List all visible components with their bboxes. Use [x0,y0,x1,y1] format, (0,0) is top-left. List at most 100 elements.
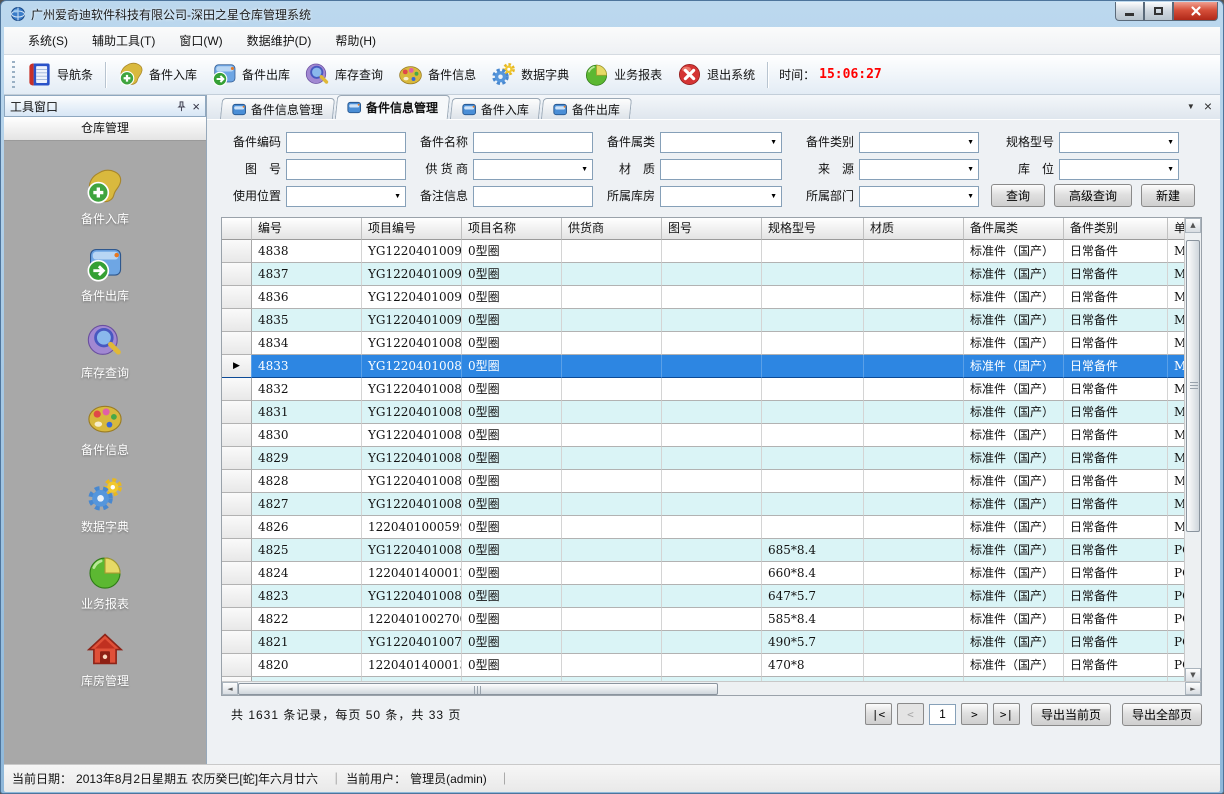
page-number-input[interactable] [929,704,956,725]
table-row[interactable]: 4832YG122040100870型圈标准件（国产）日常备件M [222,378,1186,401]
source-select[interactable]: ▼ [859,159,979,180]
table-row[interactable]: 4836YG122040100910型圈标准件（国产）日常备件M [222,286,1186,309]
table-row[interactable]: 4830YG122040100850型圈标准件（国产）日常备件M [222,424,1186,447]
stock-query-shortcut[interactable]: 库存查询 [4,321,206,381]
tab-part-inbound[interactable]: 备件入库 [450,98,541,119]
row-selector-cell[interactable] [222,493,252,516]
exit-system-button[interactable]: 退出系统 [669,58,762,91]
row-selector-cell[interactable] [222,263,252,286]
table-row[interactable]: 4825YG122040100810型圈685*8.4标准件（国产）日常备件PC [222,539,1186,562]
row-selector-cell[interactable] [222,585,252,608]
pin-icon[interactable] [174,101,188,112]
part-outbound-button[interactable]: 备件出库 [204,58,297,91]
next-page-button[interactable]: > [961,703,988,725]
menu-item-help[interactable]: 帮助(H) [323,28,388,53]
row-selector-cell[interactable] [222,378,252,401]
table-row[interactable]: 4829YG122040100840型圈标准件（国产）日常备件M [222,447,1186,470]
data-dictionary-shortcut[interactable]: 数据字典 [4,475,206,535]
row-selector-cell[interactable] [222,539,252,562]
table-row[interactable]: 4828YG122040100830型圈标准件（国产）日常备件M [222,470,1186,493]
business-report-shortcut[interactable]: 业务报表 [4,552,206,612]
minimize-button[interactable] [1115,2,1144,21]
scroll-right-icon[interactable]: ► [1185,682,1201,695]
prev-page-button[interactable]: < [897,703,924,725]
new-button[interactable]: 新建 [1141,184,1195,207]
row-selector-cell[interactable]: ▶ [222,355,252,378]
tab-part-info-mgmt-2[interactable]: 备件信息管理 [335,95,451,119]
row-selector-cell[interactable] [222,470,252,493]
storage-bin-select[interactable]: ▼ [1059,159,1179,180]
column-header[interactable]: 项目编号 [362,218,462,240]
table-row[interactable]: ▶4833YG122040100880型圈标准件（国产）日常备件M [222,355,1186,378]
row-selector-cell[interactable] [222,447,252,470]
table-row[interactable]: 4823YG122040100800型圈647*5.7标准件（国产）日常备件PC [222,585,1186,608]
material-input[interactable] [660,159,782,180]
table-row[interactable]: 4835YG122040100900型圈标准件（国产）日常备件M [222,309,1186,332]
vertical-scrollbar[interactable]: ▲ ▼ [1184,218,1201,683]
row-selector-cell[interactable] [222,562,252,585]
tab-part-info-mgmt-1[interactable]: 备件信息管理 [220,98,335,119]
column-header[interactable]: 规格型号 [762,218,864,240]
department-select[interactable]: ▼ [859,186,979,207]
part-outbound-shortcut[interactable]: 备件出库 [4,244,206,304]
tab-list-dropdown-icon[interactable]: ▼ [1187,102,1195,111]
warehouse-mgmt-shortcut[interactable]: 库房管理 [4,629,206,689]
column-header[interactable]: 项目名称 [462,218,562,240]
row-selector-cell[interactable] [222,332,252,355]
data-dictionary-button[interactable]: 数据字典 [483,58,576,91]
tab-part-outbound[interactable]: 备件出库 [541,98,632,119]
remarks-input[interactable] [473,186,593,207]
table-row[interactable]: 4838YG122040100930型圈标准件（国产）日常备件M [222,240,1186,263]
stock-query-button[interactable]: 库存查询 [297,58,390,91]
toolbar-grip[interactable] [12,61,15,89]
scroll-left-icon[interactable]: ◄ [222,682,238,695]
last-page-button[interactable]: >| [993,703,1020,725]
row-selector-cell[interactable] [222,240,252,263]
query-button[interactable]: 查询 [991,184,1045,207]
menu-item-data-maintenance[interactable]: 数据维护(D) [235,28,324,53]
part-info-shortcut[interactable]: 备件信息 [4,398,206,458]
export-all-pages-button[interactable]: 导出全部页 [1122,703,1202,726]
column-header[interactable]: 备件属类 [964,218,1064,240]
business-report-button[interactable]: 业务报表 [576,58,669,91]
supplier-select[interactable]: ▼ [473,159,593,180]
row-selector-cell[interactable] [222,631,252,654]
menu-item-window[interactable]: 窗口(W) [167,28,234,53]
vertical-scroll-thumb[interactable] [1186,240,1200,532]
spec-model-select[interactable]: ▼ [1059,132,1179,153]
column-header[interactable]: 编号 [252,218,362,240]
part-class-select[interactable]: ▼ [859,132,979,153]
column-header[interactable]: 供货商 [562,218,662,240]
row-selector-header[interactable] [222,218,252,240]
close-button[interactable] [1173,2,1218,21]
warehouse-select[interactable]: ▼ [660,186,782,207]
row-selector-cell[interactable] [222,608,252,631]
horizontal-scrollbar[interactable]: ◄ ► [222,681,1201,695]
menu-item-system[interactable]: 系统(S) [16,28,80,53]
row-selector-cell[interactable] [222,401,252,424]
part-category-select[interactable]: ▼ [660,132,782,153]
row-selector-cell[interactable] [222,309,252,332]
horizontal-scroll-thumb[interactable] [238,683,718,695]
row-selector-cell[interactable] [222,424,252,447]
part-info-button[interactable]: 备件信息 [390,58,483,91]
table-row[interactable]: 482412204014000120型圈660*8.4标准件（国产）日常备件PC [222,562,1186,585]
row-selector-cell[interactable] [222,654,252,677]
part-inbound-button[interactable]: 备件入库 [111,58,204,91]
export-current-page-button[interactable]: 导出当前页 [1031,703,1111,726]
menu-item-aux-tools[interactable]: 辅助工具(T) [80,28,167,53]
table-row[interactable]: 4827YG122040100820型圈标准件（国产）日常备件M [222,493,1186,516]
column-header[interactable]: 备件类别 [1064,218,1168,240]
advanced-query-button[interactable]: 高级查询 [1054,184,1132,207]
table-row[interactable]: 4821YG122040100790型圈490*5.7标准件（国产）日常备件PC [222,631,1186,654]
part-name-input[interactable] [473,132,593,153]
column-header[interactable]: 材质 [864,218,964,240]
row-selector-cell[interactable] [222,516,252,539]
table-row[interactable]: 482212204010027000型圈585*8.4标准件（国产）日常备件PC [222,608,1186,631]
row-selector-cell[interactable] [222,286,252,309]
table-row[interactable]: 4837YG122040100920型圈标准件（国产）日常备件M [222,263,1186,286]
table-row[interactable]: 4834YG122040100890型圈标准件（国产）日常备件M [222,332,1186,355]
first-page-button[interactable]: |< [865,703,892,725]
table-row[interactable]: 4831YG122040100860型圈标准件（国产）日常备件M [222,401,1186,424]
part-code-input[interactable] [286,132,406,153]
